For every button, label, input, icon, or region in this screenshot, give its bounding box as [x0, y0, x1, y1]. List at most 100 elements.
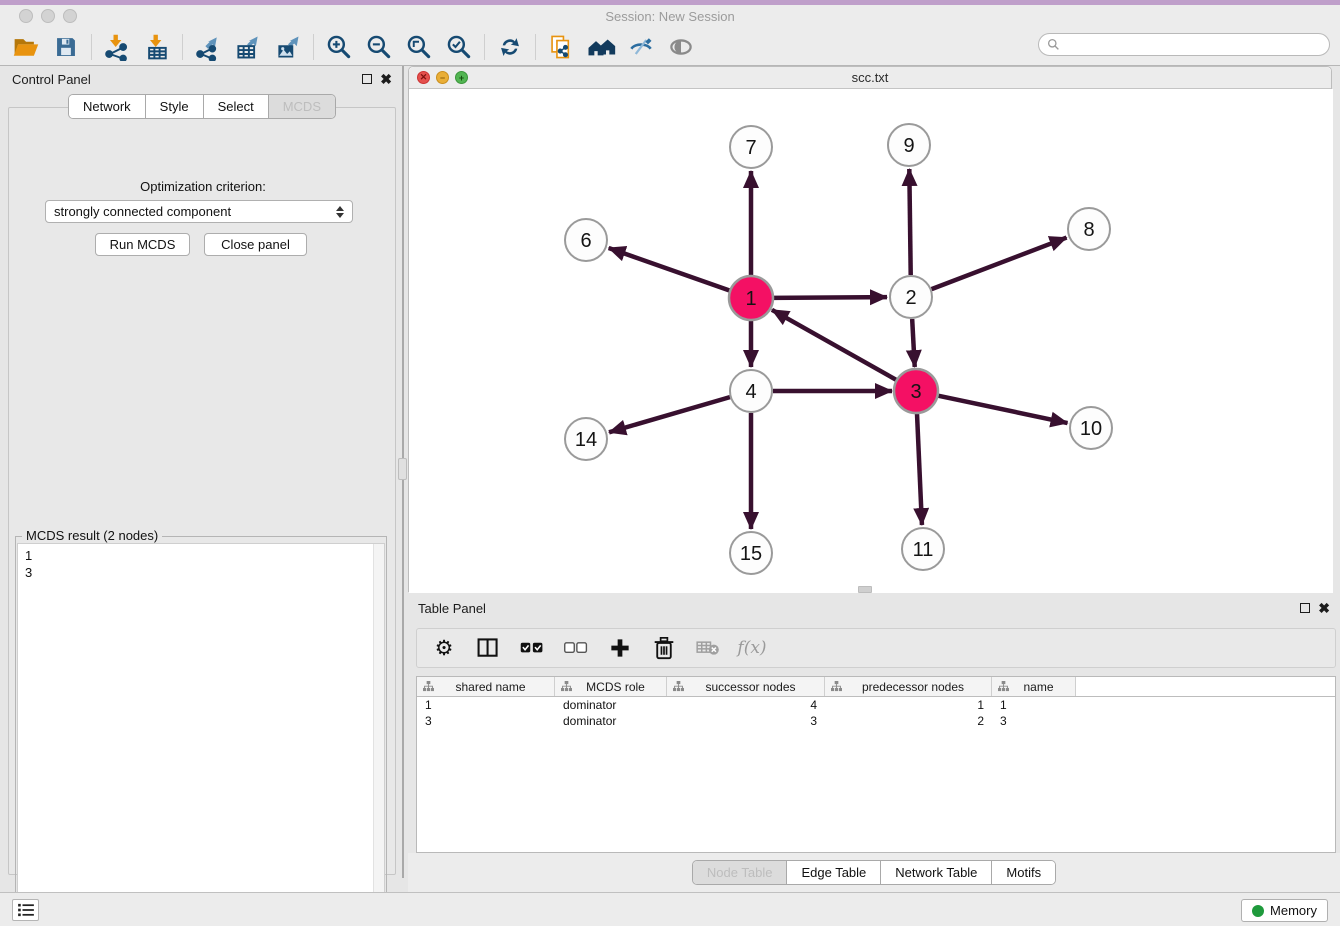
toolbar-separator	[535, 34, 536, 60]
memory-button[interactable]: Memory	[1241, 899, 1328, 922]
graph-edge-4-14[interactable]	[609, 397, 730, 432]
run-mcds-button[interactable]: Run MCDS	[95, 233, 190, 256]
float-panel-icon[interactable]	[362, 74, 372, 84]
table-cell[interactable]: 1	[992, 697, 1076, 713]
apply-style-button[interactable]	[621, 31, 661, 63]
zoom-fit-button[interactable]	[399, 31, 439, 63]
node-table[interactable]: shared nameMCDS rolesuccessor nodesprede…	[416, 676, 1336, 853]
app-window: Session: New Session	[0, 0, 1340, 926]
table-cell[interactable]: 4	[667, 697, 825, 713]
save-session-button[interactable]	[46, 31, 86, 63]
graph-edge-2-8[interactable]	[932, 238, 1067, 290]
export-network-button[interactable]	[188, 31, 228, 63]
graph-edge-3-10[interactable]	[938, 396, 1068, 423]
close-window-button[interactable]	[19, 9, 33, 23]
tab-network-table[interactable]: Network Table	[880, 861, 991, 884]
export-table-button[interactable]	[228, 31, 268, 63]
hide-all-columns-button[interactable]	[561, 633, 591, 663]
network-zoom-button[interactable]: +	[455, 71, 468, 84]
zoom-fit-icon	[405, 33, 433, 61]
import-table-button[interactable]	[137, 31, 177, 63]
search-input[interactable]	[1060, 35, 1329, 54]
graph-edge-3-11[interactable]	[917, 413, 922, 525]
tab-style[interactable]: Style	[145, 95, 203, 118]
column-header-predecessor-nodes[interactable]: predecessor nodes	[825, 677, 992, 696]
table-row[interactable]: 3dominator323	[417, 713, 1335, 729]
table-panel: Table Panel ✖ ⚙	[408, 595, 1340, 892]
graph-edge-1-2[interactable]	[773, 297, 887, 298]
graph-edge-2-3[interactable]	[912, 319, 915, 367]
tab-motifs[interactable]: Motifs	[991, 861, 1055, 884]
home-button[interactable]	[581, 31, 621, 63]
mcds-result-area[interactable]: 1 3	[17, 543, 385, 910]
network-resize-grip[interactable]	[858, 586, 872, 593]
import-network-button[interactable]	[97, 31, 137, 63]
column-header-shared-name[interactable]: shared name	[417, 677, 555, 696]
select-stepper-icon	[336, 206, 344, 218]
tab-network[interactable]: Network	[69, 95, 145, 118]
table-cell[interactable]: 1	[417, 697, 555, 713]
show-all-columns-button[interactable]	[517, 633, 547, 663]
task-history-button[interactable]	[12, 899, 39, 921]
mcds-result-title: MCDS result (2 nodes)	[22, 528, 162, 543]
close-panel-icon[interactable]: ✖	[1318, 600, 1330, 617]
close-panel-icon[interactable]: ✖	[380, 71, 392, 88]
criterion-select[interactable]: strongly connected component	[45, 200, 353, 223]
table-row[interactable]: 1dominator411	[417, 697, 1335, 713]
zoom-selected-button[interactable]	[439, 31, 479, 63]
export-network-icon	[194, 33, 222, 61]
minimize-window-button[interactable]	[41, 9, 55, 23]
tab-select[interactable]: Select	[203, 95, 268, 118]
import-table-icon	[143, 33, 171, 61]
zoom-in-icon	[325, 33, 353, 61]
open-session-button[interactable]	[6, 31, 46, 63]
float-panel-icon[interactable]	[1300, 603, 1310, 613]
toolbar-separator	[182, 34, 183, 60]
column-header-name[interactable]: name	[992, 677, 1076, 696]
zoom-out-button[interactable]	[359, 31, 399, 63]
column-header-successor-nodes[interactable]: successor nodes	[667, 677, 825, 696]
mcds-result-text: 1 3	[18, 544, 373, 909]
network-canvas[interactable]: 7968124314101511	[409, 89, 1333, 593]
main-toolbar	[0, 28, 1340, 66]
network-close-button[interactable]: ✕	[417, 71, 430, 84]
table-panel-title: Table Panel	[418, 601, 1291, 616]
hide-selected-button[interactable]	[661, 31, 701, 63]
tab-mcds[interactable]: MCDS	[268, 95, 335, 118]
refresh-network-button[interactable]	[490, 31, 530, 63]
tab-edge-table[interactable]: Edge Table	[786, 861, 880, 884]
table-cell[interactable]: 3	[667, 713, 825, 729]
table-cell[interactable]: dominator	[555, 697, 667, 713]
save-icon	[53, 34, 79, 60]
table-cell[interactable]: 1	[825, 697, 992, 713]
memory-status-icon	[1252, 905, 1264, 917]
duplicate-network-button[interactable]	[541, 31, 581, 63]
network-title: scc.txt	[409, 70, 1331, 85]
split-columns-button[interactable]	[473, 633, 503, 663]
control-panel-tabs: NetworkStyleSelectMCDS	[2, 94, 402, 119]
export-image-button[interactable]	[268, 31, 308, 63]
tab-node-table[interactable]: Node Table	[693, 861, 787, 884]
column-header-MCDS-role[interactable]: MCDS role	[555, 677, 667, 696]
close-panel-button[interactable]: Close panel	[204, 233, 307, 256]
table-settings-button[interactable]: ⚙	[429, 633, 459, 663]
network-window-titlebar: ✕ − + scc.txt	[409, 67, 1331, 89]
table-cell[interactable]: 2	[825, 713, 992, 729]
network-minimize-button[interactable]: −	[436, 71, 449, 84]
criterion-value: strongly connected component	[54, 204, 336, 219]
delete-column-button[interactable]	[649, 633, 679, 663]
zoom-in-button[interactable]	[319, 31, 359, 63]
delete-table-button[interactable]	[693, 633, 723, 663]
result-scrollbar[interactable]	[373, 544, 384, 909]
graph-edge-1-6[interactable]	[609, 248, 731, 291]
graph-edge-3-1[interactable]	[772, 310, 897, 380]
function-builder-button[interactable]: f(x)	[737, 633, 767, 663]
mcds-result-groupbox: MCDS result (2 nodes) 1 3	[15, 536, 387, 912]
table-cell[interactable]: 3	[992, 713, 1076, 729]
maximize-window-button[interactable]	[63, 9, 77, 23]
add-column-button[interactable]	[605, 633, 635, 663]
table-cell[interactable]: dominator	[555, 713, 667, 729]
panel-divider-grip[interactable]	[398, 458, 407, 480]
table-cell[interactable]: 3	[417, 713, 555, 729]
graph-edge-2-9[interactable]	[909, 169, 910, 275]
